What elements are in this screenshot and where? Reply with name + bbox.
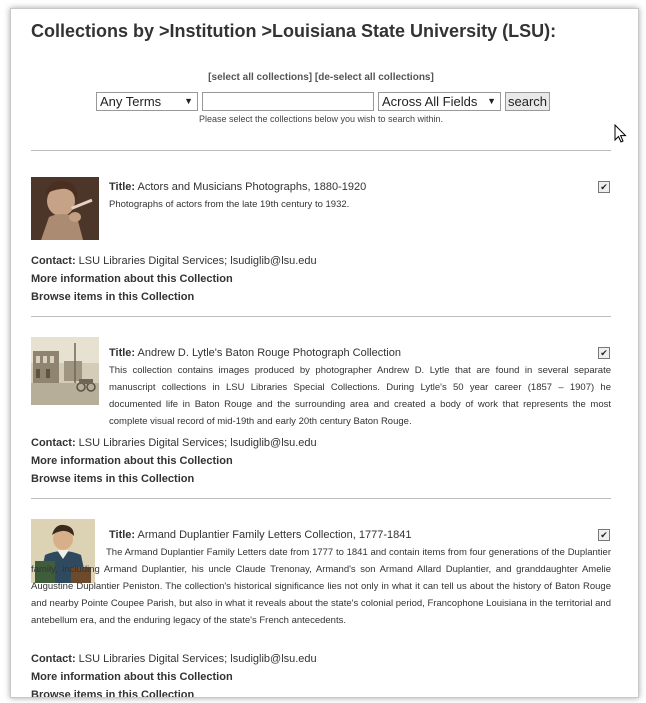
collection-description: The Armand Duplantier Family Letters dat… — [31, 547, 611, 626]
more-info-link[interactable]: More information about this Collection — [31, 671, 233, 683]
select-all-link[interactable]: [select all collections] — [208, 72, 312, 83]
collection-title-link[interactable]: Armand Duplantier Family Letters Collect… — [138, 529, 412, 541]
collection-checkbox[interactable]: ✔ — [598, 181, 610, 193]
search-bar: Any Terms ▼ Across All Fields ▼ search — [96, 92, 551, 111]
collection-contact: Contact: LSU Libraries Digital Services;… — [31, 437, 317, 449]
fields-select[interactable]: Across All Fields ▼ — [378, 92, 501, 111]
collection-contact: Contact: LSU Libraries Digital Services;… — [31, 653, 317, 665]
divider — [31, 498, 611, 499]
collection-checkbox[interactable]: ✔ — [598, 347, 610, 359]
collection-title: Title: Andrew D. Lytle's Baton Rouge Pho… — [109, 347, 401, 359]
collection-title-link[interactable]: Andrew D. Lytle's Baton Rouge Photograph… — [138, 347, 401, 359]
divider — [31, 150, 611, 151]
search-input[interactable] — [202, 92, 374, 111]
page-frame: Collections by >Institution >Louisiana S… — [10, 8, 639, 698]
contact-value: LSU Libraries Digital Services; lsudigli… — [78, 653, 317, 665]
collection-contact: Contact: LSU Libraries Digital Services;… — [31, 255, 317, 267]
search-hint: Please select the collections below you … — [198, 114, 444, 124]
contact-label: Contact: — [31, 653, 76, 665]
contact-value: LSU Libraries Digital Services; lsudigli… — [78, 255, 317, 267]
browse-items-link[interactable]: Browse items in this Collection — [31, 291, 194, 303]
more-info-link[interactable]: More information about this Collection — [31, 273, 233, 285]
fields-select-value: Across All Fields — [382, 94, 478, 109]
browse-items-link[interactable]: Browse items in this Collection — [31, 473, 194, 485]
dropdown-arrow-icon: ▼ — [184, 96, 193, 106]
title-label: Title: — [109, 529, 136, 541]
browse-items-link[interactable]: Browse items in this Collection — [31, 689, 194, 697]
collection-title: Title: Actors and Musicians Photographs,… — [109, 181, 366, 193]
collection-checkbox[interactable]: ✔ — [598, 529, 610, 541]
contact-value: LSU Libraries Digital Services; lsudigli… — [78, 437, 317, 449]
collection-thumbnail[interactable] — [31, 177, 99, 240]
search-button[interactable]: search — [505, 92, 551, 111]
contact-label: Contact: — [31, 437, 76, 449]
more-info-link[interactable]: More information about this Collection — [31, 455, 233, 467]
mouse-pointer-icon — [614, 124, 627, 143]
collection-thumbnail[interactable] — [31, 337, 99, 405]
dropdown-arrow-icon: ▼ — [487, 96, 496, 106]
title-label: Title: — [109, 347, 136, 359]
collection-description: This collection contains images produced… — [109, 365, 611, 427]
deselect-all-link[interactable]: [de-select all collections] — [315, 72, 434, 83]
collection-description: Photographs of actors from the late 19th… — [109, 199, 350, 210]
collection-title-link[interactable]: Actors and Musicians Photographs, 1880-1… — [138, 181, 367, 193]
divider — [31, 316, 611, 317]
terms-select-value: Any Terms — [100, 94, 162, 109]
page-title: Collections by >Institution >Louisiana S… — [31, 21, 557, 41]
title-label: Title: — [109, 181, 136, 193]
select-links: [select all collections] [de-select all … — [31, 72, 611, 83]
terms-select[interactable]: Any Terms ▼ — [96, 92, 198, 111]
contact-label: Contact: — [31, 255, 76, 267]
collection-title: Title: Armand Duplantier Family Letters … — [109, 529, 411, 541]
